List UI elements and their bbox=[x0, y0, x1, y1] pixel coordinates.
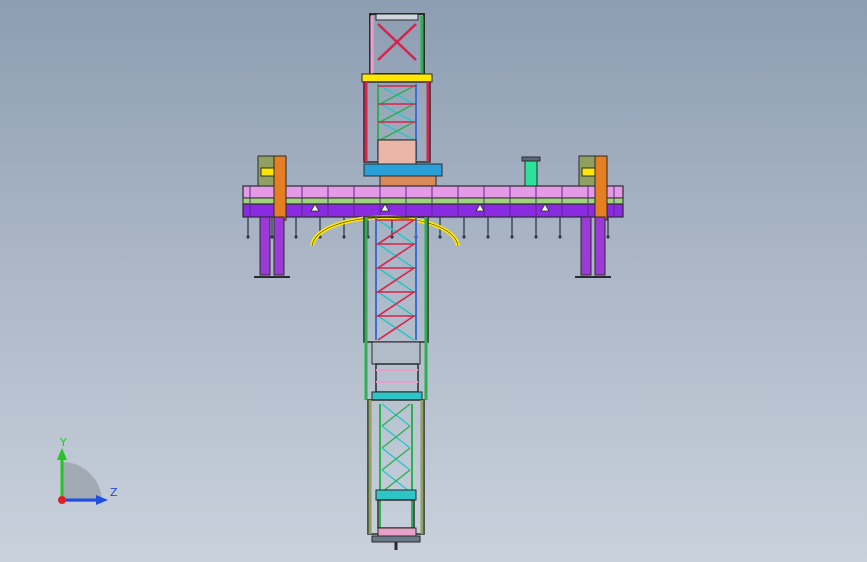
mast-top-frame bbox=[369, 13, 425, 75]
jib-beam-top-chord bbox=[242, 185, 624, 199]
counterweight-box-teal bbox=[524, 159, 538, 187]
slewing-plate-blue bbox=[363, 163, 443, 177]
left-tower-orange-column bbox=[273, 155, 287, 221]
tower-crane-assembly[interactable] bbox=[242, 13, 624, 550]
beam-hanger-tip bbox=[270, 235, 274, 239]
left-tower-leg-left bbox=[259, 216, 271, 276]
beam-hanger-tip bbox=[510, 235, 514, 239]
counterweight-box-cap bbox=[521, 156, 541, 162]
base-deck-cyan bbox=[375, 489, 417, 501]
y-axis-arrowhead bbox=[57, 448, 67, 460]
hook-arc-edge bbox=[311, 217, 459, 247]
z-axis-arrowhead bbox=[96, 495, 108, 505]
beam-hanger-tip bbox=[606, 235, 610, 239]
base-foot bbox=[371, 535, 421, 543]
left-tower-cab-window bbox=[260, 167, 276, 177]
beam-hanger-tip bbox=[294, 235, 298, 239]
hook-arc-yellow bbox=[310, 215, 460, 247]
y-axis-label: Y bbox=[59, 436, 67, 449]
right-tower-leg-left bbox=[580, 216, 592, 276]
beam-hanger-tip bbox=[438, 235, 442, 239]
x-axis-dot bbox=[58, 496, 66, 504]
beam-hanger-tip bbox=[486, 235, 490, 239]
beam-hanger-tip bbox=[558, 235, 562, 239]
climbing-frame-lower bbox=[375, 363, 419, 393]
base-section bbox=[367, 399, 425, 535]
climbing-frame-upper bbox=[371, 341, 421, 365]
right-tower-leg-right bbox=[594, 216, 606, 276]
z-axis-label: Z bbox=[110, 486, 118, 499]
jib-beam-bottom-chord bbox=[242, 203, 624, 218]
cad-viewport[interactable] bbox=[0, 0, 867, 562]
base-pink-plate bbox=[377, 527, 417, 537]
mast-head-cap bbox=[375, 13, 419, 21]
right-tower-cab-window bbox=[581, 167, 597, 177]
left-tower-leg-right bbox=[273, 216, 285, 276]
beam-hanger-tip bbox=[534, 235, 538, 239]
mast-collar-yellow bbox=[361, 73, 433, 83]
right-tower-orange-column bbox=[594, 155, 608, 221]
base-lower-frame bbox=[377, 499, 415, 529]
orientation-triad: Y Z bbox=[57, 436, 118, 505]
beam-hanger-tip bbox=[462, 235, 466, 239]
slewing-bearing bbox=[379, 175, 437, 187]
climbing-frame-base bbox=[371, 391, 423, 401]
beam-hanger-tip bbox=[246, 235, 250, 239]
jib-beam-mid-rail bbox=[242, 197, 624, 205]
slewing-ring-housing bbox=[377, 139, 417, 165]
beam-hanger-tip bbox=[342, 235, 346, 239]
